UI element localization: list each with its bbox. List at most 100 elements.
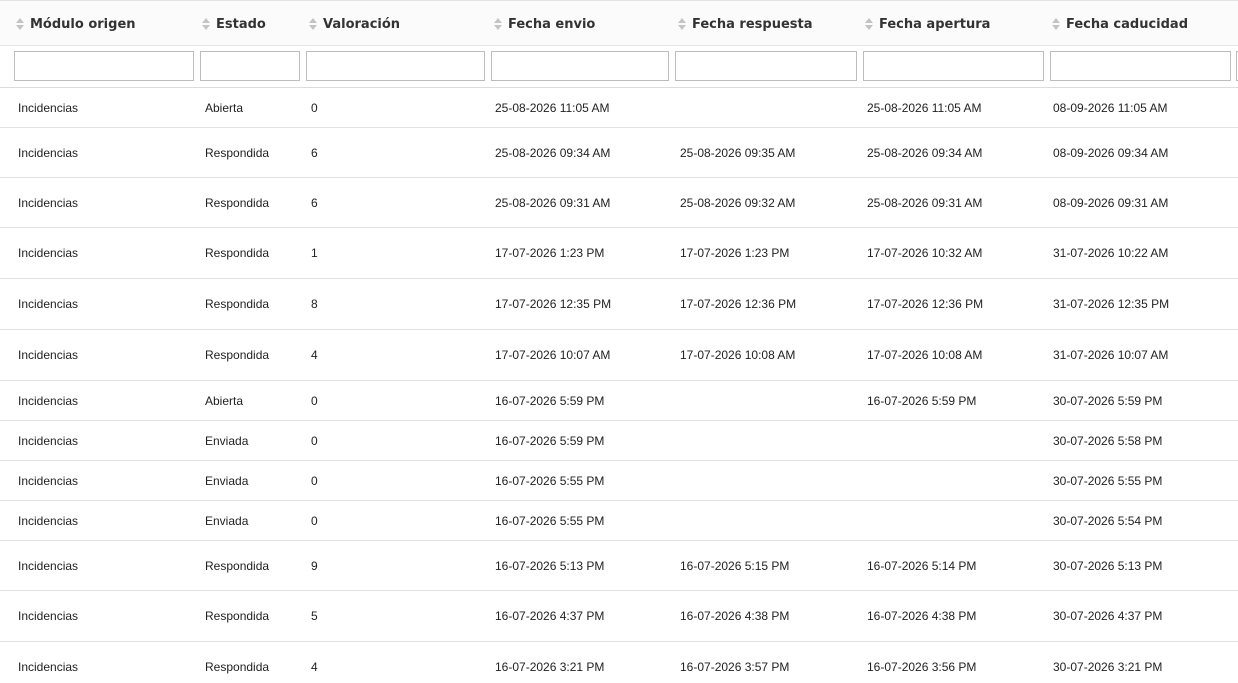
cell-respuesta: 16-07-2026 5:15 PM	[680, 558, 790, 573]
column-header-valoracion[interactable]: Valoración	[309, 1, 400, 47]
sort-icon	[1052, 18, 1060, 30]
cell-respuesta: 17-07-2026 12:36 PM	[680, 297, 797, 311]
filter-input-estado[interactable]	[200, 51, 300, 81]
cell-valoracion: 0	[311, 473, 318, 488]
cell-valoracion: 0	[311, 433, 318, 448]
cell-envio: 17-07-2026 1:23 PM	[495, 246, 605, 260]
cell-modulo: Incidencias	[18, 513, 79, 528]
column-header-label: Módulo origen	[30, 16, 136, 32]
cell-valoracion: 0	[311, 393, 318, 408]
cell-modulo: Incidencias	[18, 660, 79, 674]
column-header-label: Estado	[216, 16, 266, 32]
table-row[interactable]: Incidencias Abierta 0 25-08-2026 11:05 AM 25…	[0, 88, 1238, 128]
cell-apertura: 16-07-2026 4:38 PM	[867, 609, 977, 623]
column-header-caducidad[interactable]: Fecha caducidad	[1052, 1, 1188, 47]
sort-icon	[865, 18, 873, 30]
cell-envio: 16-07-2026 5:59 PM	[495, 393, 605, 408]
cell-caducidad: 30-07-2026 5:59 PM	[1053, 393, 1163, 408]
cell-valoracion: 1	[311, 246, 318, 260]
cell-modulo: Incidencias	[18, 100, 79, 115]
filter-input-respuesta[interactable]	[675, 51, 857, 81]
column-header-modulo[interactable]: Módulo origen	[16, 1, 136, 47]
cell-caducidad: 30-07-2026 5:54 PM	[1053, 513, 1163, 528]
filter-input-caducidad[interactable]	[1050, 51, 1231, 81]
table-row[interactable]: Incidencias Abierta 0 16-07-2026 5:59 PM 16-…	[0, 381, 1238, 421]
table-row[interactable]: Incidencias Respondida 4 16-07-2026 3:21 PM…	[0, 642, 1238, 683]
column-header-apertura[interactable]: Fecha apertura	[865, 1, 990, 47]
filter-input-modulo[interactable]	[14, 51, 194, 81]
cell-respuesta: 25-08-2026 09:32 AM	[680, 195, 796, 210]
cell-modulo: Incidencias	[18, 433, 79, 448]
cell-apertura: 17-07-2026 12:36 PM	[867, 297, 984, 311]
cell-estado: Respondida	[205, 558, 270, 573]
table-row[interactable]: Incidencias Respondida 1 17-07-2026 1:23 PM…	[0, 228, 1238, 279]
cell-envio: 25-08-2026 09:34 AM	[495, 145, 611, 160]
cell-valoracion: 0	[311, 513, 318, 528]
cell-modulo: Incidencias	[18, 348, 79, 362]
table-row[interactable]: Incidencias Respondida 6 25-08-2026 09:31 A…	[0, 178, 1238, 228]
sort-icon	[309, 18, 317, 30]
cell-envio: 17-07-2026 12:35 PM	[495, 297, 612, 311]
filter-row	[0, 46, 1238, 88]
column-header-estado[interactable]: Estado	[202, 1, 266, 47]
cell-envio: 16-07-2026 5:55 PM	[495, 513, 605, 528]
table-row[interactable]: Incidencias Respondida 6 25-08-2026 09:34 A…	[0, 128, 1238, 178]
cell-valoracion: 6	[311, 195, 318, 210]
cell-modulo: Incidencias	[18, 195, 79, 210]
table-row[interactable]: Incidencias Respondida 5 16-07-2026 4:37 PM…	[0, 591, 1238, 642]
cell-caducidad: 30-07-2026 3:21 PM	[1053, 660, 1163, 674]
cell-valoracion: 8	[311, 297, 318, 311]
cell-apertura: 16-07-2026 3:56 PM	[867, 660, 977, 674]
cell-apertura: 25-08-2026 11:05 AM	[867, 100, 982, 115]
cell-apertura: 25-08-2026 09:31 AM	[867, 195, 983, 210]
cell-caducidad: 30-07-2026 5:58 PM	[1053, 433, 1163, 448]
cell-caducidad: 30-07-2026 5:13 PM	[1053, 558, 1163, 573]
sort-icon	[494, 18, 502, 30]
table-row[interactable]: Incidencias Respondida 9 16-07-2026 5:13 PM…	[0, 541, 1238, 591]
cell-estado: Respondida	[205, 609, 270, 623]
cell-envio: 16-07-2026 4:37 PM	[495, 609, 605, 623]
table-row[interactable]: Incidencias Respondida 4 17-07-2026 10:07 A…	[0, 330, 1238, 381]
cell-modulo: Incidencias	[18, 297, 79, 311]
cell-valoracion: 0	[311, 100, 318, 115]
filter-input-envio[interactable]	[491, 51, 669, 81]
cell-estado: Respondida	[205, 246, 270, 260]
table-row[interactable]: Incidencias Enviada 0 16-07-2026 5:55 PM 30-…	[0, 461, 1238, 501]
cell-caducidad: 08-09-2026 09:34 AM	[1053, 145, 1169, 160]
cell-estado: Respondida	[205, 660, 270, 674]
cell-modulo: Incidencias	[18, 246, 79, 260]
cell-apertura: 17-07-2026 10:08 AM	[867, 348, 983, 362]
cell-envio: 25-08-2026 11:05 AM	[495, 100, 610, 115]
cell-estado: Respondida	[205, 297, 270, 311]
cell-modulo: Incidencias	[18, 558, 79, 573]
cell-apertura: 25-08-2026 09:34 AM	[867, 145, 983, 160]
cell-respuesta: 17-07-2026 10:08 AM	[680, 348, 796, 362]
column-header-label: Fecha apertura	[879, 16, 991, 32]
cell-valoracion: 6	[311, 145, 318, 160]
cell-apertura: 17-07-2026 10:32 AM	[867, 246, 983, 260]
column-header-envio[interactable]: Fecha envio	[494, 1, 595, 47]
cell-valoracion: 5	[311, 609, 318, 623]
column-header-respuesta[interactable]: Fecha respuesta	[678, 1, 813, 47]
cell-caducidad: 31-07-2026 10:07 AM	[1053, 348, 1169, 362]
cell-estado: Enviada	[205, 473, 249, 488]
cell-envio: 16-07-2026 5:13 PM	[495, 558, 605, 573]
cell-envio: 16-07-2026 3:21 PM	[495, 660, 605, 674]
cell-estado: Respondida	[205, 145, 270, 160]
cell-respuesta: 16-07-2026 3:57 PM	[680, 660, 790, 674]
table-row[interactable]: Incidencias Respondida 8 17-07-2026 12:35 P…	[0, 279, 1238, 330]
cell-apertura: 16-07-2026 5:14 PM	[867, 558, 977, 573]
table-row[interactable]: Incidencias Enviada 0 16-07-2026 5:59 PM 30-…	[0, 421, 1238, 461]
filter-input-valoracion[interactable]	[306, 51, 485, 81]
cell-respuesta: 17-07-2026 1:23 PM	[680, 246, 790, 260]
table-row[interactable]: Incidencias Enviada 0 16-07-2026 5:55 PM 30-…	[0, 501, 1238, 541]
cell-respuesta: 16-07-2026 4:38 PM	[680, 609, 790, 623]
cell-envio: 17-07-2026 10:07 AM	[495, 348, 611, 362]
column-header-label: Fecha caducidad	[1066, 16, 1189, 32]
filter-input-apertura[interactable]	[863, 51, 1044, 81]
cell-envio: 16-07-2026 5:55 PM	[495, 473, 605, 488]
cell-envio: 16-07-2026 5:59 PM	[495, 433, 605, 448]
header-row: Módulo origen Estado Valoración Fecha envio…	[0, 0, 1238, 46]
cell-valoracion: 4	[311, 348, 318, 362]
cell-apertura: 16-07-2026 5:59 PM	[867, 393, 977, 408]
